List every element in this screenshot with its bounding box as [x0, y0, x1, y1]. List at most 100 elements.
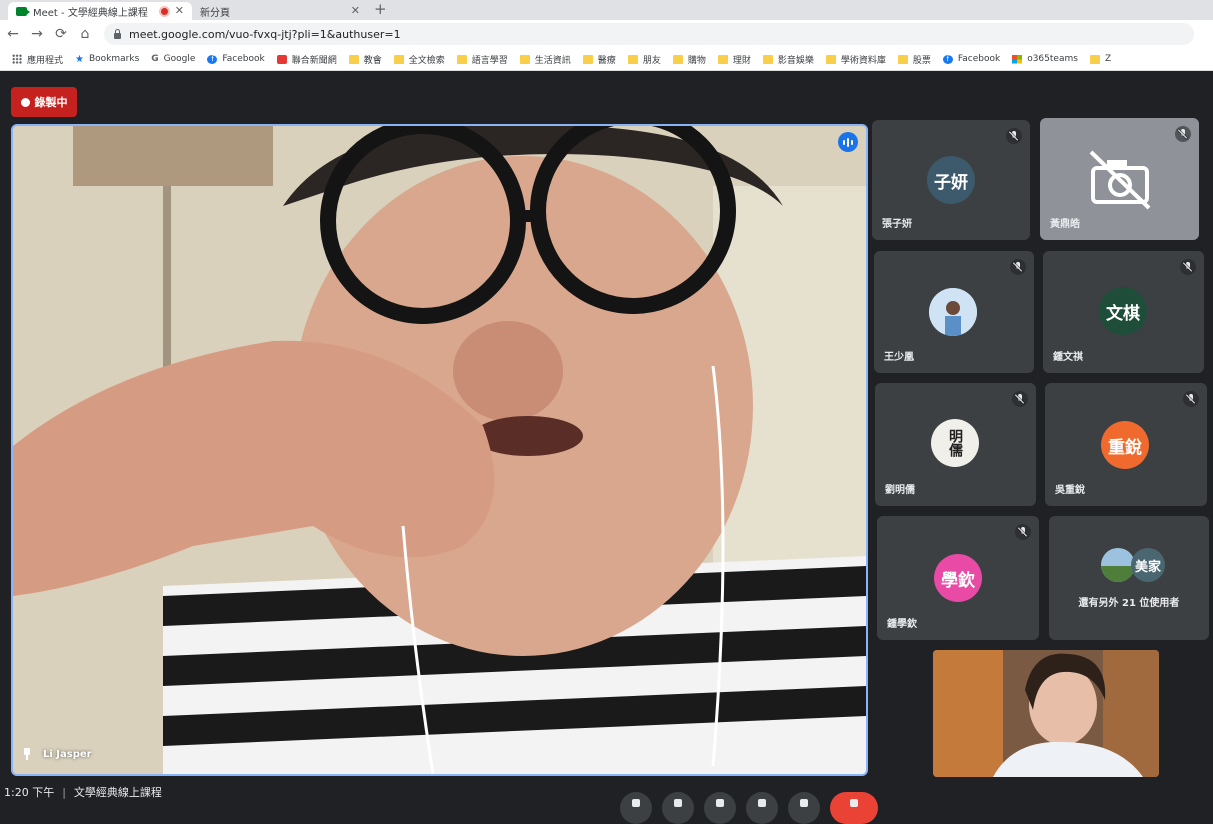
pin-icon[interactable] [23, 748, 31, 760]
back-button[interactable]: ← [2, 26, 24, 42]
participant-name: 鍾文祺 [1053, 352, 1083, 363]
avatar: 美家 [1131, 548, 1165, 582]
camera-button[interactable] [662, 792, 694, 824]
self-video-illustration [933, 650, 1159, 777]
bookmark-label: 股票 [912, 55, 931, 66]
participant-tile[interactable]: 子妍 張子妍 [872, 120, 1030, 240]
meeting-time: 1:20 下午 [4, 786, 55, 799]
bookmark-item[interactable]: 全文檢索 [393, 53, 445, 66]
participant-name: 劉明儒 [885, 485, 915, 496]
separator: | [62, 785, 66, 799]
lock-icon [114, 28, 121, 39]
self-view-tile[interactable] [933, 650, 1159, 777]
bookmark-item[interactable]: 生活資訊 [519, 53, 571, 66]
others-tile[interactable]: 美家 還有另外 21 位使用者 [1049, 516, 1209, 640]
folder-icon [897, 54, 908, 64]
bookmark-item[interactable]: 聯合新聞網 [276, 53, 337, 66]
bookmark-item[interactable]: 購物 [672, 53, 706, 66]
bookmark-item[interactable]: 應用程式 [12, 53, 63, 66]
folder-icon [825, 54, 836, 64]
landscape-photo-illustration [1101, 548, 1135, 582]
bookmark-item[interactable]: 朋友 [627, 53, 661, 66]
captions-button[interactable] [704, 792, 736, 824]
news-icon [276, 54, 287, 64]
others-avatars: 美家 [1101, 548, 1165, 582]
participant-tile[interactable]: 重銳 吳重銳 [1045, 383, 1207, 506]
bookmark-item[interactable]: 理財 [717, 53, 751, 66]
avatar [1101, 548, 1135, 582]
folder-icon [348, 54, 359, 64]
tab-bar: Meet - 文學經典線上課程 ✕ 新分頁 ✕ + [0, 0, 1213, 20]
bookmark-item[interactable]: o365teams [1012, 54, 1078, 64]
participant-name: 黃鼎皓 [1050, 219, 1080, 230]
folder-icon [717, 54, 728, 64]
bookmark-item[interactable]: f Facebook [942, 54, 1000, 64]
home-button[interactable]: ⌂ [74, 26, 96, 42]
participant-name: 王少凰 [884, 352, 914, 363]
bookmark-item[interactable]: 語言學習 [456, 53, 508, 66]
bookmark-label: 生活資訊 [534, 55, 571, 66]
bookmark-label: 理財 [732, 55, 751, 66]
more-options-button[interactable] [788, 792, 820, 824]
bookmark-label: Facebook [222, 54, 265, 64]
url-input[interactable]: meet.google.com/vuo-fvxq-jtj?pli=1&authu… [104, 23, 1194, 45]
bookmark-item[interactable]: 股票 [897, 53, 931, 66]
google-icon: G [151, 54, 159, 64]
close-tab-icon[interactable]: ✕ [175, 4, 184, 17]
bookmark-item[interactable]: ★ Bookmarks [75, 54, 139, 65]
bookmark-item[interactable]: 教會 [348, 53, 382, 66]
bookmarks-bar: 應用程式 ★ Bookmarks G Google f Facebook 聯合新聞網 教會 全文檢… [0, 48, 1213, 71]
bookmark-label: 語言學習 [471, 55, 508, 66]
forward-button[interactable]: → [26, 26, 48, 42]
mic-off-icon [1006, 128, 1022, 144]
main-speaker-tile[interactable]: Li Jasper [11, 124, 868, 776]
participant-tile[interactable]: 王少凰 [874, 251, 1034, 373]
speaker-video-illustration [13, 126, 866, 774]
bookmark-item[interactable]: 學術資料庫 [825, 53, 886, 66]
avatar [929, 288, 977, 336]
tab-title: Meet - 文學經典線上課程 [33, 7, 148, 19]
mic-off-icon [1183, 391, 1199, 407]
facebook-icon: f [207, 54, 218, 64]
url-text: meet.google.com/vuo-fvxq-jtj?pli=1&authu… [129, 27, 401, 41]
folder-icon [393, 54, 404, 64]
bookmark-item[interactable]: Z [1089, 54, 1111, 64]
tab-title: 新分頁 [200, 7, 230, 19]
new-tab-button[interactable]: + [374, 0, 387, 20]
leave-call-button[interactable] [830, 792, 878, 824]
bookmark-label: 購物 [687, 55, 706, 66]
bookmark-label: 朋友 [642, 55, 661, 66]
tab-new[interactable]: 新分頁 ✕ [192, 2, 368, 20]
bookmark-item[interactable]: 影音娛樂 [762, 53, 814, 66]
profile-photo-illustration [929, 288, 977, 336]
others-count-label: 還有另外 21 位使用者 [1078, 598, 1180, 609]
bookmark-label: 教會 [363, 55, 382, 66]
participant-tile[interactable]: 文棋 鍾文祺 [1043, 251, 1204, 373]
participant-tile[interactable]: 學欽 鍾學欽 [877, 516, 1039, 640]
participant-tile[interactable]: 黃鼎皓 [1040, 118, 1199, 240]
recording-badge[interactable]: 錄製中 [11, 87, 77, 117]
mic-off-icon [1175, 126, 1191, 142]
avatar: 重銳 [1101, 421, 1149, 469]
tab-meet[interactable]: Meet - 文學經典線上課程 ✕ [8, 2, 192, 20]
bookmark-label: Bookmarks [88, 54, 140, 64]
address-bar: ← → ⟳ ⌂ meet.google.com/vuo-fvxq-jtj?pli… [0, 20, 1213, 48]
camera-off-icon [1089, 150, 1151, 210]
folder-icon [627, 54, 638, 64]
participant-tile[interactable]: 明儒 劉明儒 [875, 383, 1036, 506]
folder-icon [1089, 54, 1100, 64]
bookmark-label: 應用程式 [27, 55, 64, 66]
reload-button[interactable]: ⟳ [50, 26, 72, 42]
present-button[interactable] [746, 792, 778, 824]
facebook-icon: f [942, 54, 953, 64]
bookmark-item[interactable]: G Google [151, 54, 195, 64]
mic-off-icon [1010, 259, 1026, 275]
close-tab-icon[interactable]: ✕ [351, 4, 360, 17]
bookmark-item[interactable]: 醫療 [582, 53, 616, 66]
avatar: 學欽 [934, 554, 982, 602]
bookmark-item[interactable]: f Facebook [207, 54, 265, 64]
mic-off-icon [1012, 391, 1028, 407]
microphone-button[interactable] [620, 792, 652, 824]
speaker-name-label: Li Jasper [43, 748, 92, 760]
bookmark-label: o365teams [1027, 54, 1078, 64]
